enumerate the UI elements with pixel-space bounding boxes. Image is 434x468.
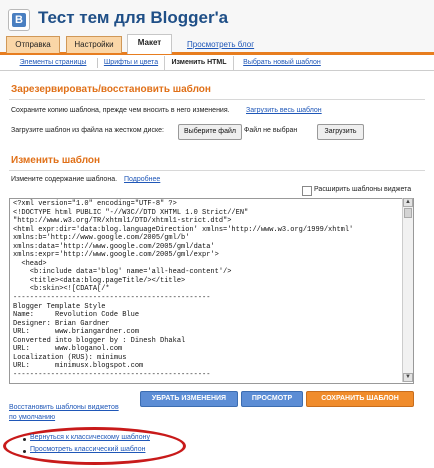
editor-scrollbar[interactable]: ▲ ▼ bbox=[402, 198, 413, 382]
sub-tab-bar: Элементы страницы Шрифты и цвета Изменит… bbox=[0, 56, 434, 71]
expand-widgets-checkbox[interactable] bbox=[302, 186, 312, 196]
section-divider bbox=[9, 170, 425, 171]
upload-button[interactable]: Загрузить bbox=[317, 124, 364, 140]
template-code-editor[interactable]: <?xml version="1.0" encoding="UTF-8" ?> … bbox=[9, 198, 414, 384]
save-template-button[interactable]: СОХРАНИТЬ ШАБЛОН bbox=[306, 391, 414, 407]
backup-section-title: Зарезервировать/восстановить шаблон bbox=[11, 84, 211, 95]
expand-widgets-label: Расширить шаблоны виджета bbox=[314, 186, 412, 193]
choose-file-button[interactable]: Выберите файл bbox=[178, 124, 242, 140]
edit-section-title: Изменить шаблон bbox=[11, 155, 101, 166]
scroll-down-arrow-icon[interactable]: ▼ bbox=[403, 373, 413, 382]
template-code[interactable]: <?xml version="1.0" encoding="UTF-8" ?> … bbox=[10, 199, 413, 380]
tab-settings[interactable]: Настройки bbox=[66, 36, 122, 53]
restore-widgets-link-line2[interactable]: по умолчанию bbox=[9, 414, 55, 421]
download-template-link[interactable]: Загрузить весь шаблон bbox=[246, 107, 322, 114]
restore-widgets-link[interactable]: Восстановить шаблоны виджетов bbox=[9, 404, 119, 411]
tab-posting[interactable]: Отправка bbox=[6, 36, 60, 53]
subtab-new-template[interactable]: Выбрать новый шаблон bbox=[236, 56, 328, 70]
subtab-separator bbox=[97, 58, 98, 68]
tab-layout[interactable]: Макет bbox=[127, 34, 172, 54]
scroll-up-arrow-icon[interactable]: ▲ bbox=[403, 198, 413, 207]
section-divider bbox=[9, 99, 425, 100]
subtab-edit-html[interactable]: Изменить HTML bbox=[164, 56, 234, 70]
more-info-link[interactable]: Подробнее bbox=[124, 176, 160, 183]
preview-blog-link[interactable]: Просмотреть блог bbox=[187, 40, 254, 49]
revert-classic-link[interactable]: Вернуться к классическому шаблону bbox=[30, 434, 150, 441]
edit-template-text: Измените содержание шаблона. bbox=[11, 176, 118, 183]
list-bullet bbox=[23, 438, 26, 441]
list-bullet bbox=[23, 450, 26, 453]
backup-save-text: Сохраните копию шаблона, прежде чем внос… bbox=[11, 107, 230, 114]
subtab-fonts-colors[interactable]: Шрифты и цвета bbox=[102, 56, 160, 70]
clear-edits-button[interactable]: УБРАТЬ ИЗМЕНЕНИЯ bbox=[140, 391, 238, 407]
upload-text: Загрузите шаблон из файла на жестком дис… bbox=[11, 127, 164, 134]
blogger-logo-icon: B bbox=[8, 9, 30, 31]
scroll-thumb[interactable] bbox=[404, 208, 412, 218]
preview-classic-link[interactable]: Просмотреть классический шаблон bbox=[30, 446, 145, 453]
no-file-text: Файл не выбран bbox=[244, 127, 298, 134]
subtab-page-elements[interactable]: Элементы страницы bbox=[13, 56, 93, 70]
page-title: Тест тем для Blogger'а bbox=[38, 8, 229, 27]
blogger-logo-letter: B bbox=[12, 13, 26, 27]
preview-button[interactable]: ПРОСМОТР bbox=[241, 391, 303, 407]
